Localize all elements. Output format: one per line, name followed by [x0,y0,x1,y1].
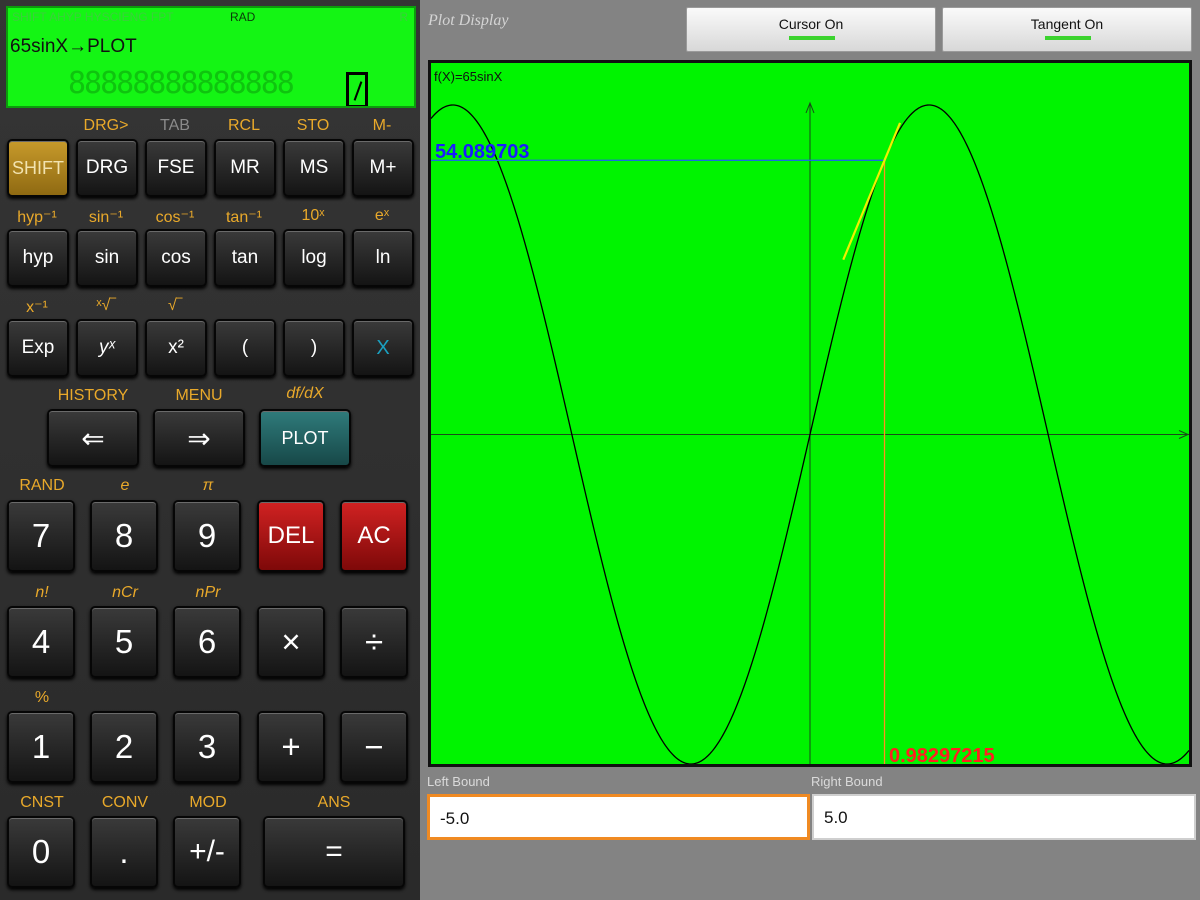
shift-label-rcl: RCL [227,117,260,134]
ln-button[interactable]: ln [352,229,414,287]
digit-4-button[interactable]: 4 [7,606,75,678]
tangent-toggle-button[interactable]: Tangent On [942,7,1192,52]
tan-button[interactable]: tan [214,229,276,287]
ms-button[interactable]: MS [283,139,345,197]
status-text: SHIFT AHYP HYSCIENG FPT [12,10,174,24]
shift-label-drg: DRG> [83,117,129,134]
shift-label-exp-e: eˣ [374,207,390,224]
divide-button[interactable]: ÷ [340,606,408,678]
history-left-button[interactable]: ⇐ [47,409,139,467]
text-cursor [346,72,368,106]
function-label: f(X)=65sinX [434,69,503,84]
shift-label-npr: nPr [195,584,221,601]
digit-9-button[interactable]: 9 [173,500,241,572]
status-indicators: SHIFT AHYP HYSCIENG FPT RAD R [12,10,412,26]
digit-3-button[interactable]: 3 [173,711,241,783]
calculator-panel: SHIFT AHYP HYSCIENG FPT RAD R 65sinX→PLO… [0,0,420,900]
result-ghost-digits: 88888888888888 [68,66,295,101]
shift-label-hyp-inv: hyp⁻¹ [17,209,57,226]
plot-display-title: Plot Display [428,12,509,29]
variable-x-button[interactable]: X [352,319,414,377]
decimal-point-button[interactable]: . [90,816,158,888]
left-bound-input[interactable]: -5.0 [427,794,810,840]
shift-label-history: HISTORY [57,387,129,404]
power-button[interactable]: yˣ [76,319,138,377]
shift-label-ans: ANS [317,794,351,811]
plot-button[interactable]: PLOT [259,409,351,467]
drg-button[interactable]: DRG [76,139,138,197]
right-bound-label: Right Bound [811,774,883,789]
tangent-line [842,122,902,261]
cursor-y-readout: 54.089703 [435,141,530,163]
shift-label-sto: STO [296,117,330,134]
lcd-display: SHIFT AHYP HYSCIENG FPT RAD R 65sinX→PLO… [6,6,416,108]
sign-toggle-button[interactable]: +/- [173,816,241,888]
expression-line: 65sinX→PLOT [10,36,137,57]
shift-label-conv: CONV [101,794,149,811]
equals-button[interactable]: = [263,816,405,888]
open-paren-button[interactable]: ( [214,319,276,377]
multiply-button[interactable]: × [257,606,325,678]
digit-2-button[interactable]: 2 [90,711,158,783]
shift-label-mod: MOD [189,794,227,811]
shift-label-derivative: df/dX [286,385,324,402]
square-button[interactable]: x² [145,319,207,377]
del-button[interactable]: DEL [257,500,325,572]
history-right-button[interactable]: ⇒ [153,409,245,467]
status-mark: R [399,10,408,24]
minus-button[interactable]: − [340,711,408,783]
shift-label-atan: tan⁻¹ [225,209,262,226]
left-bound-label: Left Bound [427,774,490,789]
fse-button[interactable]: FSE [145,139,207,197]
ac-button[interactable]: AC [340,500,408,572]
shift-label-sqrt: √‾ [167,297,183,314]
shift-label-reciprocal: x⁻¹ [26,299,48,316]
cursor-x-readout: 0.98297215 [889,745,995,767]
shift-label-percent: % [34,689,50,706]
m-plus-button[interactable]: M+ [352,139,414,197]
digit-0-button[interactable]: 0 [7,816,75,888]
plus-button[interactable]: + [257,711,325,783]
cos-button[interactable]: cos [145,229,207,287]
shift-label-ncr: nCr [112,584,138,601]
shift-label-m-minus: M- [372,117,392,134]
angle-mode-indicator: RAD [230,10,256,24]
right-bound-input[interactable]: 5.0 [812,794,1196,840]
close-paren-button[interactable]: ) [283,319,345,377]
log-button[interactable]: log [283,229,345,287]
shift-button[interactable]: SHIFT [7,139,69,197]
plot-canvas [431,101,1189,764]
shift-label-asin: sin⁻¹ [88,209,124,226]
digit-7-button[interactable]: 7 [7,500,75,572]
shift-label-tab: TAB [160,117,190,134]
shift-label-ten-pow: 10ˣ [301,207,325,224]
shift-label-factorial: n! [35,584,49,601]
app-window: SHIFT AHYP HYSCIENG FPT RAD R 65sinX→PLO… [0,0,1200,900]
hyp-button[interactable]: hyp [7,229,69,287]
shift-label-pi: π [202,477,214,494]
shift-label-e: e [120,477,130,494]
cursor-toggle-button[interactable]: Cursor On [686,7,936,52]
digit-5-button[interactable]: 5 [90,606,158,678]
shift-label-rand: RAND [19,477,65,494]
tangent-toggle-label: Tangent On [1030,16,1104,32]
shift-label-acos: cos⁻¹ [155,209,195,226]
shift-label-cnst: CNST [20,794,64,811]
digit-1-button[interactable]: 1 [7,711,75,783]
plot-area[interactable]: f(X)=65sinX 54.089703 0.98297215 [428,60,1192,767]
plot-panel: Plot Display Cursor On Tangent On f(X)=6… [420,0,1200,900]
sin-button[interactable]: sin [76,229,138,287]
cursor-toggle-label: Cursor On [778,16,844,32]
shift-label-menu: MENU [175,387,223,404]
digit-6-button[interactable]: 6 [173,606,241,678]
shift-label-xroot: ˣ√‾ [96,297,116,314]
exp-button[interactable]: Exp [7,319,69,377]
digit-8-button[interactable]: 8 [90,500,158,572]
mr-button[interactable]: MR [214,139,276,197]
tangent-on-indicator [1045,36,1091,40]
cursor-on-indicator [789,36,835,40]
